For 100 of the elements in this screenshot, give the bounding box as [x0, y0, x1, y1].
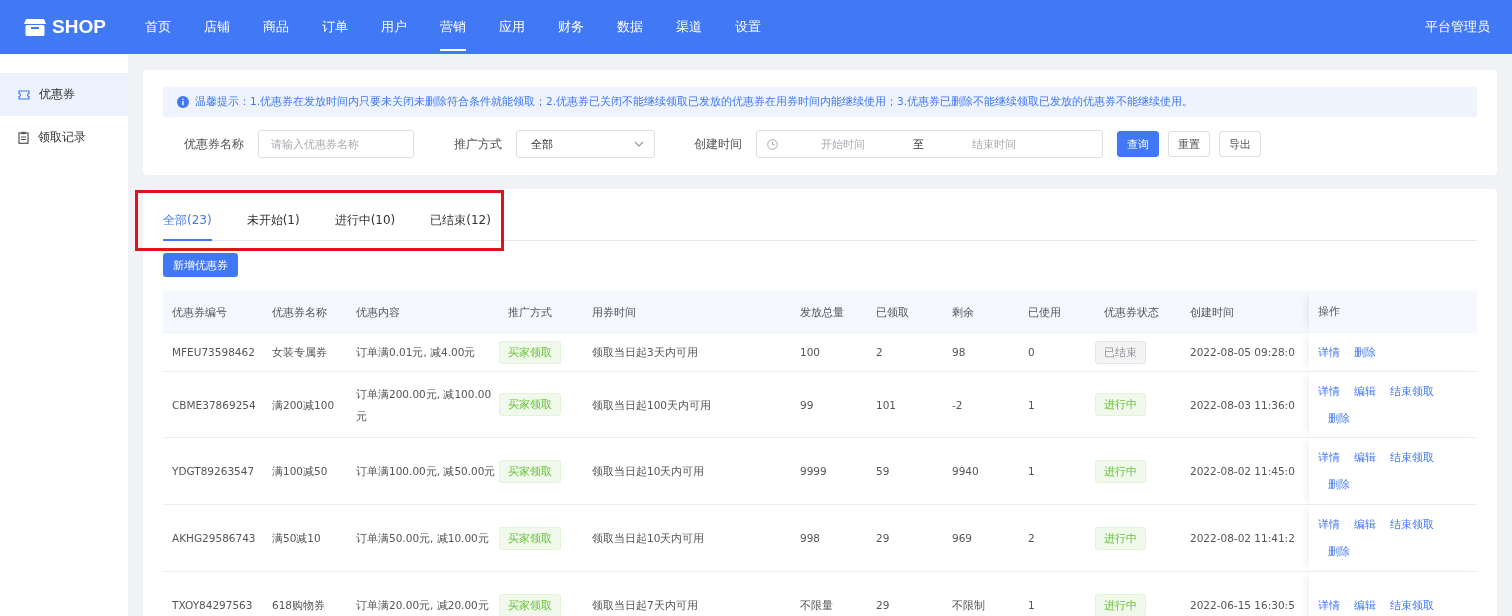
nav-item[interactable]: 财务: [558, 0, 617, 54]
table-cell-text: 1: [1027, 464, 1036, 479]
table-cell-text: 100: [799, 345, 822, 360]
field-label: 创建时间: [694, 136, 742, 152]
table-cell-text: 满50减10: [271, 531, 322, 546]
action-link[interactable]: 删除: [1354, 338, 1376, 366]
search-button[interactable]: 查询: [1117, 131, 1159, 157]
table-cell-text: 满100减50: [271, 464, 329, 479]
action-button[interactable]: 重置: [1168, 131, 1210, 157]
nav-item[interactable]: 商品: [263, 0, 322, 54]
table-cell-text: 29: [875, 531, 891, 546]
table-cell-text: MFEU73598462: [171, 345, 256, 360]
action-link[interactable]: 结束领取: [1390, 591, 1434, 616]
chevron-down-icon: [634, 141, 644, 147]
table-cell-text: 59: [875, 464, 891, 479]
nav-item[interactable]: 营销: [440, 0, 499, 54]
table-cell-text: 领取当日起7天内可用: [591, 598, 699, 613]
table-cell-text: 998: [799, 531, 822, 546]
nav-item[interactable]: 渠道: [676, 0, 735, 54]
table-cell-text: 订单满100.00元, 减50.00元: [355, 464, 497, 479]
action-link[interactable]: 结束领取: [1390, 377, 1434, 405]
store-icon: [24, 17, 46, 37]
table-cell-text: 2022-08-02 11:45:0: [1189, 464, 1296, 479]
nav-item[interactable]: 应用: [499, 0, 558, 54]
column-header: 用券时间: [591, 305, 637, 320]
action-button[interactable]: 导出: [1219, 131, 1261, 157]
tab[interactable]: 进行中(10): [334, 201, 396, 241]
action-link[interactable]: 详情: [1318, 591, 1340, 616]
add-coupon-button[interactable]: 新增优惠券: [163, 253, 238, 277]
status-tag: 进行中: [1095, 393, 1146, 416]
promo-tag: 买家领取: [499, 593, 561, 616]
table-cell-text: 满200减100: [271, 397, 336, 413]
column-header: 优惠券名称: [271, 305, 328, 320]
nav-item[interactable]: 店铺: [204, 0, 263, 54]
table-cell-text: 2: [875, 345, 884, 360]
promo-tag: 买家领取: [499, 459, 561, 483]
nav-item[interactable]: 用户: [381, 0, 440, 54]
action-link[interactable]: 编辑: [1354, 511, 1376, 538]
sidebar-item[interactable]: 领取记录: [0, 116, 128, 159]
action-link[interactable]: 编辑: [1354, 444, 1376, 471]
clipboard-icon: [18, 131, 29, 144]
tab[interactable]: 全部(23): [163, 201, 212, 241]
table-cell-text: 1: [1027, 397, 1036, 413]
table-cell-text: 2022-08-03 11:36:0: [1189, 397, 1296, 413]
table-cell-text: 618购物券: [271, 598, 327, 613]
table-cell-text: 订单满50.00元, 减10.00元: [355, 531, 490, 546]
column-header: 操作: [1318, 304, 1340, 320]
table-cell-text: 2022-08-02 11:41:2: [1189, 531, 1296, 546]
info-icon: [177, 96, 189, 108]
table-cell-text: 2022-06-15 16:30:5: [1189, 598, 1296, 613]
field-label: 推广方式: [454, 136, 502, 152]
table-cell-text: 订单满0.01元, 减4.00元: [355, 345, 477, 360]
table-cell-text: 领取当日起3天内可用: [591, 345, 699, 360]
nav-item[interactable]: 设置: [735, 0, 794, 54]
ticket-icon: [18, 89, 30, 100]
table-cell-text: 2: [1027, 531, 1036, 546]
table-cell-text: 领取当日起100天内可用: [591, 397, 713, 413]
table-cell-text: 1: [1027, 598, 1036, 613]
coupon-name-field[interactable]: 请输入优惠券名称: [258, 130, 414, 158]
nav-item[interactable]: 首页: [145, 0, 204, 54]
table-cell-text: 订单满20.00元, 减20.00元: [355, 598, 490, 613]
column-header: 优惠券状态: [1103, 305, 1160, 320]
logo-text: SHOP: [52, 16, 106, 38]
tab[interactable]: 已结束(12): [430, 201, 491, 241]
clock-icon: [767, 138, 778, 150]
column-header: 推广方式: [507, 305, 553, 320]
sidebar-item[interactable]: 优惠券: [0, 73, 128, 116]
column-header: 剩余: [951, 305, 975, 320]
action-link[interactable]: 删除: [1328, 471, 1350, 498]
table-cell-text: 98: [951, 345, 967, 360]
status-tag: 已结束: [1095, 340, 1146, 364]
table-cell-text: 9940: [951, 464, 980, 479]
action-link[interactable]: 编辑: [1354, 591, 1376, 616]
promo-tag: 买家领取: [499, 340, 561, 364]
notice-text: 温馨提示：1.优惠券在发放时间内只要未关闭未删除符合条件就能领取；2.优惠券已关闭不能继续领取已发放的优惠券在用券时间内能继续使用；3.优惠券已删除不能继续领取已发放的优惠券不能继续使用。: [195, 95, 1194, 109]
date-range-field[interactable]: 开始时间 至 结束时间: [756, 130, 1103, 158]
nav-item[interactable]: 订单: [322, 0, 381, 54]
table-cell-text: 29: [875, 598, 891, 613]
table-cell-text: 99: [799, 397, 815, 413]
column-header: 创建时间: [1189, 305, 1235, 320]
action-link[interactable]: 删除: [1328, 404, 1350, 432]
promo-select[interactable]: 全部: [516, 130, 655, 158]
nav-item[interactable]: 数据: [617, 0, 676, 54]
column-header: 已领取: [875, 305, 910, 320]
action-link[interactable]: 详情: [1318, 444, 1340, 471]
user-name[interactable]: 平台管理员: [1425, 18, 1490, 36]
action-link[interactable]: 编辑: [1354, 377, 1376, 405]
table-cell-text: 0: [1027, 345, 1036, 360]
table-cell-text: AKHG29586743: [171, 531, 257, 546]
action-link[interactable]: 详情: [1318, 338, 1340, 366]
column-header: 发放总量: [799, 305, 845, 320]
action-link[interactable]: 结束领取: [1390, 511, 1434, 538]
action-link[interactable]: 删除: [1328, 538, 1350, 565]
action-link[interactable]: 详情: [1318, 511, 1340, 538]
status-tag: 进行中: [1095, 459, 1146, 483]
table-cell-text: 领取当日起10天内可用: [591, 531, 706, 546]
action-link[interactable]: 结束领取: [1390, 444, 1434, 471]
promo-tag: 买家领取: [499, 393, 561, 416]
tab[interactable]: 未开始(1): [246, 201, 300, 241]
action-link[interactable]: 详情: [1318, 377, 1340, 405]
